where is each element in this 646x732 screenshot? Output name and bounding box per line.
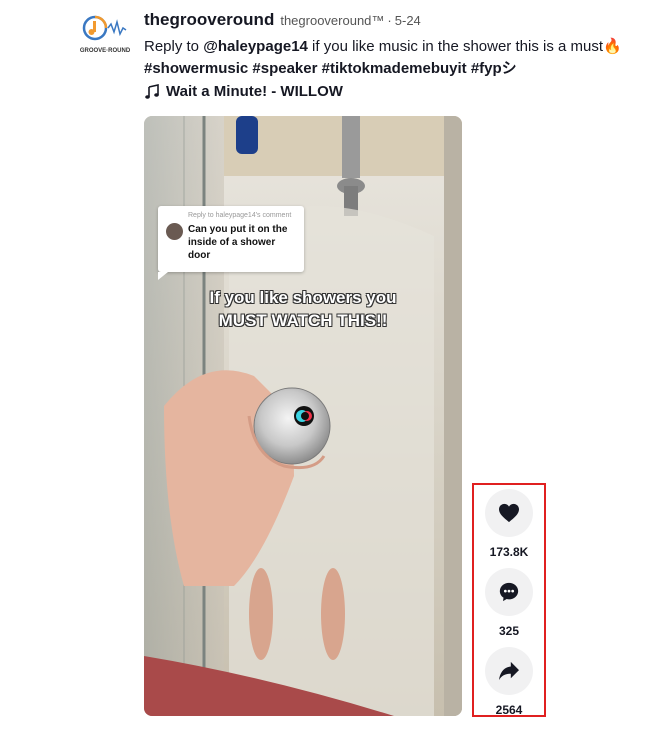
like-action: 173.8K: [480, 489, 538, 559]
like-count: 173.8K: [489, 545, 529, 559]
description-text: if you like music in the shower this is …: [307, 38, 603, 55]
hashtag-fyp[interactable]: #fypシ: [471, 60, 517, 77]
hashtag-speaker[interactable]: #speaker: [252, 60, 317, 77]
hashtag-showermusic[interactable]: #showermusic: [144, 60, 248, 77]
comment-text: Can you put it on the inside of a shower…: [188, 224, 288, 261]
overlay-line-1: If you like showers you: [209, 288, 397, 307]
share-icon: [499, 661, 519, 681]
hashtag-tiktokmademebuyit[interactable]: #tiktokmademebuyit: [322, 60, 467, 77]
music-link[interactable]: Wait a Minute! - WILLOW: [144, 83, 343, 100]
mention-link[interactable]: @haleypage14: [203, 38, 308, 55]
comment-header: Reply to haleypage14's comment: [188, 212, 292, 219]
action-bar: 173.8K 325 2564: [472, 483, 546, 717]
overlay-line-2: MUST WATCH THIS!!: [218, 311, 388, 330]
share-action: 2564: [480, 647, 538, 717]
like-button[interactable]: [485, 489, 533, 537]
share-count: 2564: [495, 703, 523, 717]
share-button[interactable]: [485, 647, 533, 695]
post-date: 5-24: [394, 13, 421, 28]
avatar[interactable]: GROOVE·ROUND: [78, 12, 132, 56]
comment-action: 325: [480, 568, 538, 638]
music-note-icon: [145, 83, 159, 99]
music-title: Wait a Minute! - WILLOW: [166, 83, 343, 100]
comment-count: 325: [498, 624, 520, 638]
comment-button[interactable]: [485, 568, 533, 616]
comment-icon: [499, 582, 519, 602]
heart-icon: [499, 503, 519, 523]
reply-prefix: Reply to: [144, 38, 204, 55]
fire-emoji: 🔥: [603, 38, 622, 55]
separator: ·: [387, 13, 392, 28]
commenter-avatar: [166, 223, 183, 240]
video-player[interactable]: Reply to haleypage14's comment Can you p…: [144, 116, 462, 716]
post-description: Reply to @haleypage14 if you like music …: [144, 36, 639, 80]
avatar-label: GROOVE·ROUND: [80, 48, 131, 54]
username[interactable]: thegrooveround: [144, 10, 274, 30]
groove-round-logo: GROOVE·ROUND: [80, 15, 131, 54]
post-header: thegrooveround thegrooveround™ · 5-24: [144, 10, 421, 30]
bubble-tail: [158, 272, 168, 280]
reply-comment-card: Reply to haleypage14's comment Can you p…: [158, 206, 304, 280]
nickname[interactable]: thegrooveround™: [280, 13, 384, 28]
video-caption-overlay: If you like showers you MUST WATCH THIS!…: [144, 286, 462, 332]
